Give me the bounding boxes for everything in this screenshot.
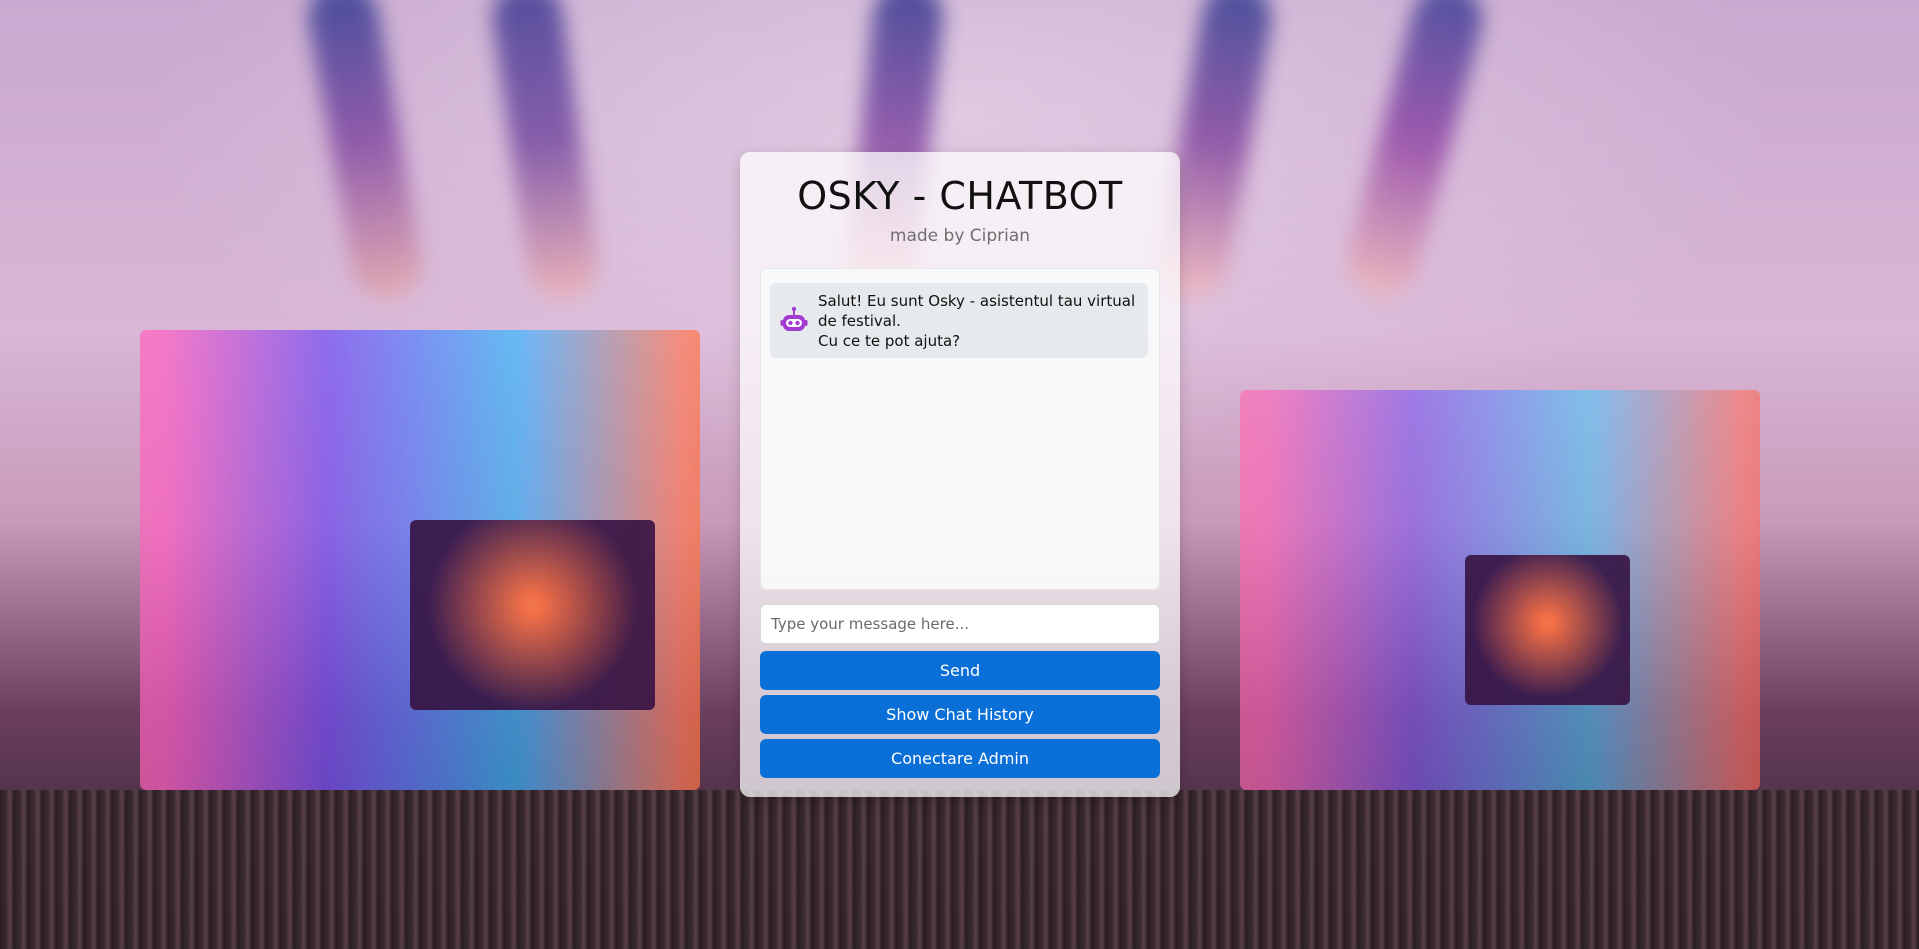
chat-panel: OSKY - CHATBOT made by Ciprian Salut! Eu… — [740, 152, 1180, 797]
send-button[interactable]: Send — [760, 651, 1160, 690]
chat-messages[interactable]: Salut! Eu sunt Osky - asistentul tau vir… — [760, 268, 1160, 590]
message-input[interactable] — [760, 604, 1160, 644]
page-subtitle: made by Ciprian — [889, 226, 1031, 246]
stage-left-screen — [410, 520, 655, 710]
bot-message-line: Salut! Eu sunt Osky - asistentul tau vir… — [818, 292, 1136, 330]
crowd — [0, 790, 1919, 949]
bot-message: Salut! Eu sunt Osky - asistentul tau vir… — [770, 283, 1148, 358]
bot-message-line: Cu ce te pot ajuta? — [818, 332, 961, 350]
admin-login-button[interactable]: Conectare Admin — [760, 739, 1160, 778]
robot-icon — [779, 305, 809, 335]
show-chat-history-button[interactable]: Show Chat History — [760, 695, 1160, 734]
page-title: OSKY - CHATBOT — [797, 174, 1123, 218]
stage-right-screen — [1465, 555, 1630, 705]
bot-message-text: Salut! Eu sunt Osky - asistentul tau vir… — [818, 291, 1140, 351]
